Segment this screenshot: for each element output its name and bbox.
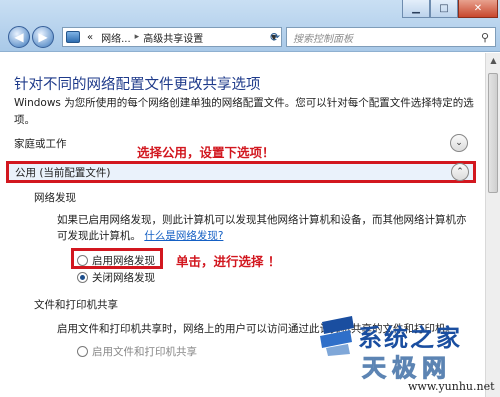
network-discovery-title: 网络发现 [34,192,76,204]
breadcrumb-advanced-sharing[interactable]: 高级共享设置 [139,30,207,45]
network-discovery-text: 如果已启用网络发现，则此计算机可以发现其他网络计算机和设备，而其他网络计算机亦可… [57,212,467,244]
scroll-up-icon[interactable]: ▲ [486,53,500,68]
scroll-thumb[interactable] [488,73,498,193]
maximize-button[interactable]: □ [430,0,458,18]
profile-public[interactable]: 公用 (当前配置文件) ⌃ [6,161,476,183]
radio-disable-discovery[interactable]: 关闭网络发现 [77,270,155,285]
file-printer-sharing-title: 文件和打印机共享 [34,299,118,311]
address-bar[interactable]: « 网络... ▸ 高级共享设置 ▼ [62,27,282,47]
profile-public-label: 公用 (当前配置文件) [15,166,111,179]
window-controls: ▁ □ ✕ [402,0,498,18]
minimize-button[interactable]: ▁ [402,0,430,18]
radio-enable-file-sharing[interactable]: 启用文件和打印机共享 [77,344,197,359]
radio-disable-discovery-label: 关闭网络发现 [92,272,155,284]
search-icon[interactable]: ⚲ [481,31,489,44]
radio-enable-file-sharing-label: 启用文件和打印机共享 [92,346,197,358]
radio-disable-discovery-control[interactable] [77,272,88,283]
network-discovery-help-link[interactable]: 什么是网络发现? [144,230,223,242]
watermark-url: www.yunhu.net [408,380,495,393]
annotation-select-public: 选择公用，设置下选项！ [137,145,275,160]
chevron-down-icon[interactable]: ⌄ [450,134,468,152]
search-placeholder: 搜索控制面板 [293,33,353,45]
network-discovery-description: 如果已启用网络发现，则此计算机可以发现其他网络计算机和设备，而其他网络计算机亦可… [57,214,467,242]
address-prefix: « [87,31,94,43]
profile-home-label: 家庭或工作 [14,137,67,150]
search-input[interactable]: 搜索控制面板 ⚲ [286,27,496,47]
page-description: Windows 为您所使用的每个网络创建单独的网络配置文件。您可以针对每个配置文… [14,97,474,126]
watermark: 系统之家 天极网 www.yunhu.net [318,310,498,396]
watermark-logo-icon [320,316,354,356]
network-icon [66,31,80,43]
close-button[interactable]: ✕ [458,0,498,18]
breadcrumb-network[interactable]: 网络... [97,30,135,45]
highlight-box [71,248,163,269]
watermark-subtitle: 天极网 [362,354,452,383]
radio-enable-file-sharing-control[interactable] [77,346,88,357]
forward-button[interactable]: ▶ [32,26,54,48]
back-button[interactable]: ◀ [8,26,30,48]
refresh-icon[interactable]: ⟳ [266,28,284,46]
chevron-up-icon[interactable]: ⌃ [451,163,469,181]
page-title: 针对不同的网络配置文件更改共享选项 [14,77,261,93]
window-chrome: ▁ □ ✕ ◀ ▶ « 网络... ▸ 高级共享设置 ▼ ⟳ 搜索控制面板 ⚲ [0,0,500,52]
annotation-click-select: 单击，进行选择 ！ [176,254,281,269]
